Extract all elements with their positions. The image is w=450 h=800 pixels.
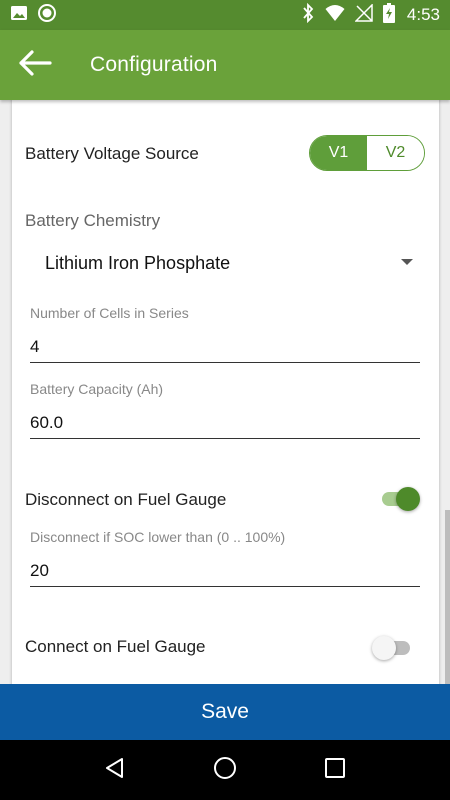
connect-fuel-gauge-label: Connect on Fuel Gauge xyxy=(25,637,206,656)
battery-chemistry-label: Battery Chemistry xyxy=(25,211,161,230)
switch-thumb xyxy=(372,636,396,660)
voltage-source-v2-button[interactable]: V2 xyxy=(367,136,424,170)
record-icon xyxy=(38,3,56,27)
nav-recents-button[interactable] xyxy=(315,750,355,790)
voltage-source-toggle: V1 V2 xyxy=(309,135,425,171)
settings-scroll-area[interactable]: Battery Voltage Source V1 V2 Battery Che… xyxy=(0,100,450,684)
back-triangle-icon xyxy=(104,757,126,784)
cells-field-label: Number of Cells in Series xyxy=(30,305,189,321)
battery-chemistry-value: Lithium Iron Phosphate xyxy=(45,252,231,273)
status-time: 4:53 xyxy=(406,5,440,24)
soc-threshold-input[interactable] xyxy=(30,555,420,587)
capacity-input[interactable] xyxy=(30,407,420,439)
disconnect-fuel-gauge-label: Disconnect on Fuel Gauge xyxy=(25,490,227,509)
cells-input[interactable] xyxy=(30,331,420,363)
wifi-icon xyxy=(325,4,345,27)
status-right: 4:53 xyxy=(301,2,440,28)
status-left xyxy=(10,3,56,27)
switch-thumb xyxy=(396,487,420,511)
settings-card: Battery Voltage Source V1 V2 Battery Che… xyxy=(12,100,439,684)
cells-field: Number of Cells in Series xyxy=(30,305,420,363)
connect-fuel-gauge-switch[interactable] xyxy=(372,636,414,660)
soc-threshold-field: Disconnect if SOC lower than (0 .. 100%) xyxy=(30,529,420,587)
soc-threshold-label: Disconnect if SOC lower than (0 .. 100%) xyxy=(30,529,286,545)
bluetooth-icon xyxy=(301,2,315,28)
nav-home-button[interactable] xyxy=(205,750,245,790)
arrow-left-icon xyxy=(18,49,52,81)
battery-chemistry-dropdown[interactable]: Lithium Iron Phosphate xyxy=(25,238,425,288)
voltage-source-label: Battery Voltage Source xyxy=(25,144,199,163)
navigation-bar xyxy=(0,740,450,800)
back-button[interactable] xyxy=(0,30,70,100)
image-icon xyxy=(10,4,28,27)
voltage-source-v1-button[interactable]: V1 xyxy=(310,136,367,170)
page-title: Configuration xyxy=(90,53,218,76)
save-label: Save xyxy=(201,700,249,723)
save-button[interactable]: Save xyxy=(0,684,450,740)
no-signal-icon xyxy=(354,2,373,27)
scrollbar[interactable] xyxy=(445,510,450,684)
status-bar: 4:53 xyxy=(0,0,450,30)
disconnect-fuel-gauge-switch[interactable] xyxy=(380,487,420,511)
caret-down-icon xyxy=(401,259,413,265)
capacity-field: Battery Capacity (Ah) xyxy=(30,381,420,439)
recents-square-icon xyxy=(324,757,346,784)
nav-back-button[interactable] xyxy=(95,750,135,790)
capacity-field-label: Battery Capacity (Ah) xyxy=(30,381,164,397)
app-bar: Configuration xyxy=(0,30,450,100)
battery-charging-icon xyxy=(382,2,395,28)
home-circle-icon xyxy=(213,756,237,785)
